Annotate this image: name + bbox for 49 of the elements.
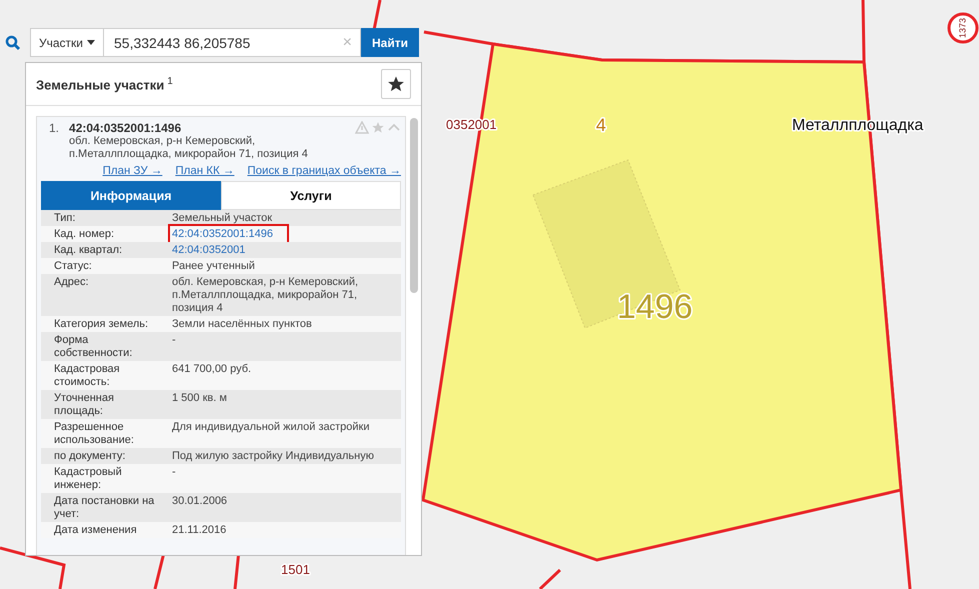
result-address: обл. Кемеровская, р-н Кемеровский, п.Металлплощадка, микрорайон 71, позиция 4 bbox=[69, 135, 309, 161]
field-label: Уточненная площадь: bbox=[53, 392, 115, 418]
field-label: Кад. номер: bbox=[53, 228, 116, 241]
info-tab[interactable]: Услуги bbox=[221, 181, 401, 210]
field-value: - bbox=[172, 466, 177, 479]
field-value: 1 500 кв. м bbox=[172, 392, 228, 405]
field-label: Разрешенное использование: bbox=[53, 421, 135, 447]
field-label: Адрес: bbox=[53, 276, 90, 290]
find-button[interactable]: Найти bbox=[361, 28, 419, 57]
map-label: 4 bbox=[596, 115, 606, 135]
panel-title: Земельные участки $^{1}$ bbox=[36, 76, 173, 92]
field-label: Категория земель: bbox=[53, 318, 150, 331]
field-value: Для индивидуальной жилой застройки bbox=[172, 421, 371, 434]
result-link[interactable]: План КК → bbox=[175, 165, 234, 177]
field-label: Дата постановки на учет: bbox=[53, 495, 156, 521]
field-value: 21.11.2016 bbox=[172, 524, 228, 537]
field-value: обл. Кемеровская, р-н Кемеровский, п.Металлплощадка, микрорайон 71, позиция 4 bbox=[172, 276, 360, 315]
result-index: 1. bbox=[49, 121, 60, 137]
search-field[interactable]: Участки 55,332443 86,205785 × bbox=[30, 28, 362, 57]
result-link[interactable]: Поиск в границах объекта → bbox=[247, 165, 401, 177]
star-icon bbox=[387, 75, 405, 93]
field-value: Под жилую застройку Индивидуальную bbox=[172, 450, 375, 463]
map-label: 1496 bbox=[617, 288, 693, 326]
caret-icon bbox=[87, 40, 95, 45]
scrollbar-thumb[interactable] bbox=[410, 118, 418, 293]
field-value: 641 700,00 руб. bbox=[172, 363, 252, 376]
star-icon[interactable] bbox=[371, 121, 385, 134]
favorite-button[interactable] bbox=[381, 69, 411, 99]
ring-marker bbox=[948, 12, 978, 44]
field-label: Тип: bbox=[53, 212, 76, 225]
map-label: 1373 bbox=[957, 18, 968, 38]
result-link[interactable]: План ЗУ → bbox=[102, 165, 162, 177]
field-label: Кадастровая стоимость: bbox=[53, 363, 121, 389]
info-tab[interactable]: Информация bbox=[41, 181, 221, 210]
field-label: Форма собственности: bbox=[53, 334, 134, 360]
field-label: Кадастровый инженер: bbox=[53, 466, 123, 492]
cadastral-number[interactable]: 42:04:0352001:1496 bbox=[69, 121, 345, 135]
field-label: Статус: bbox=[53, 260, 93, 273]
field-label: Дата изменения bbox=[53, 524, 138, 537]
map-label: 1501 bbox=[281, 562, 310, 577]
field-value: Земельный участок bbox=[172, 212, 274, 225]
field-value: 30.01.2006 bbox=[172, 495, 228, 508]
field-link[interactable]: 42:04:0352001 bbox=[172, 244, 401, 257]
field-label: по документу: bbox=[53, 450, 126, 463]
field-label: Кад. квартал: bbox=[53, 244, 124, 257]
field-value: Земли населённых пунктов bbox=[172, 318, 313, 331]
field-value: Ранее учтенный bbox=[172, 260, 256, 273]
warning-icon[interactable] bbox=[355, 121, 369, 134]
field-value: - bbox=[172, 334, 177, 347]
